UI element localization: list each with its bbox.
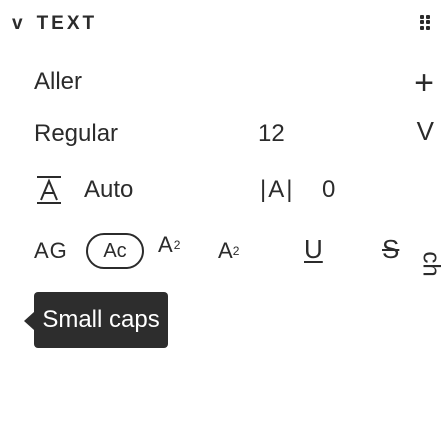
superscript-button[interactable]: A2 [158,232,180,258]
font-family-select[interactable]: Aller [34,68,82,96]
superscript-base: A [158,232,173,257]
subscript-button[interactable]: A2 [218,238,239,264]
tooltip: Small caps [34,292,168,348]
strikethrough-button[interactable]: S [382,234,399,265]
subscript-base: A [218,238,233,263]
subscript-mark: 2 [232,244,240,258]
section-title: TEXT [36,13,98,34]
tooltip-arrow [24,312,34,330]
line-height-field[interactable]: Auto [84,176,133,204]
font-style-select[interactable]: Regular [34,120,118,148]
letter-spacing-icon: |A| [260,176,295,203]
grip-handle-icon[interactable] [420,15,430,30]
superscript-mark: 2 [173,238,181,252]
all-caps-button[interactable]: AG [34,238,68,264]
tracking-field[interactable]: 0 [322,176,335,204]
chevron-down-icon[interactable]: V [417,118,434,144]
underline-button[interactable]: U [304,234,323,265]
small-caps-label: Ac [103,239,127,262]
font-size-field[interactable]: 12 [258,120,285,148]
small-caps-button[interactable]: Ac [86,233,144,269]
line-height-icon [37,176,61,204]
ligature-button[interactable]: ch [417,251,445,276]
plus-icon[interactable]: + [414,66,434,100]
chevron-down-icon[interactable]: v [12,13,23,35]
section-header[interactable]: v TEXT [12,10,97,38]
